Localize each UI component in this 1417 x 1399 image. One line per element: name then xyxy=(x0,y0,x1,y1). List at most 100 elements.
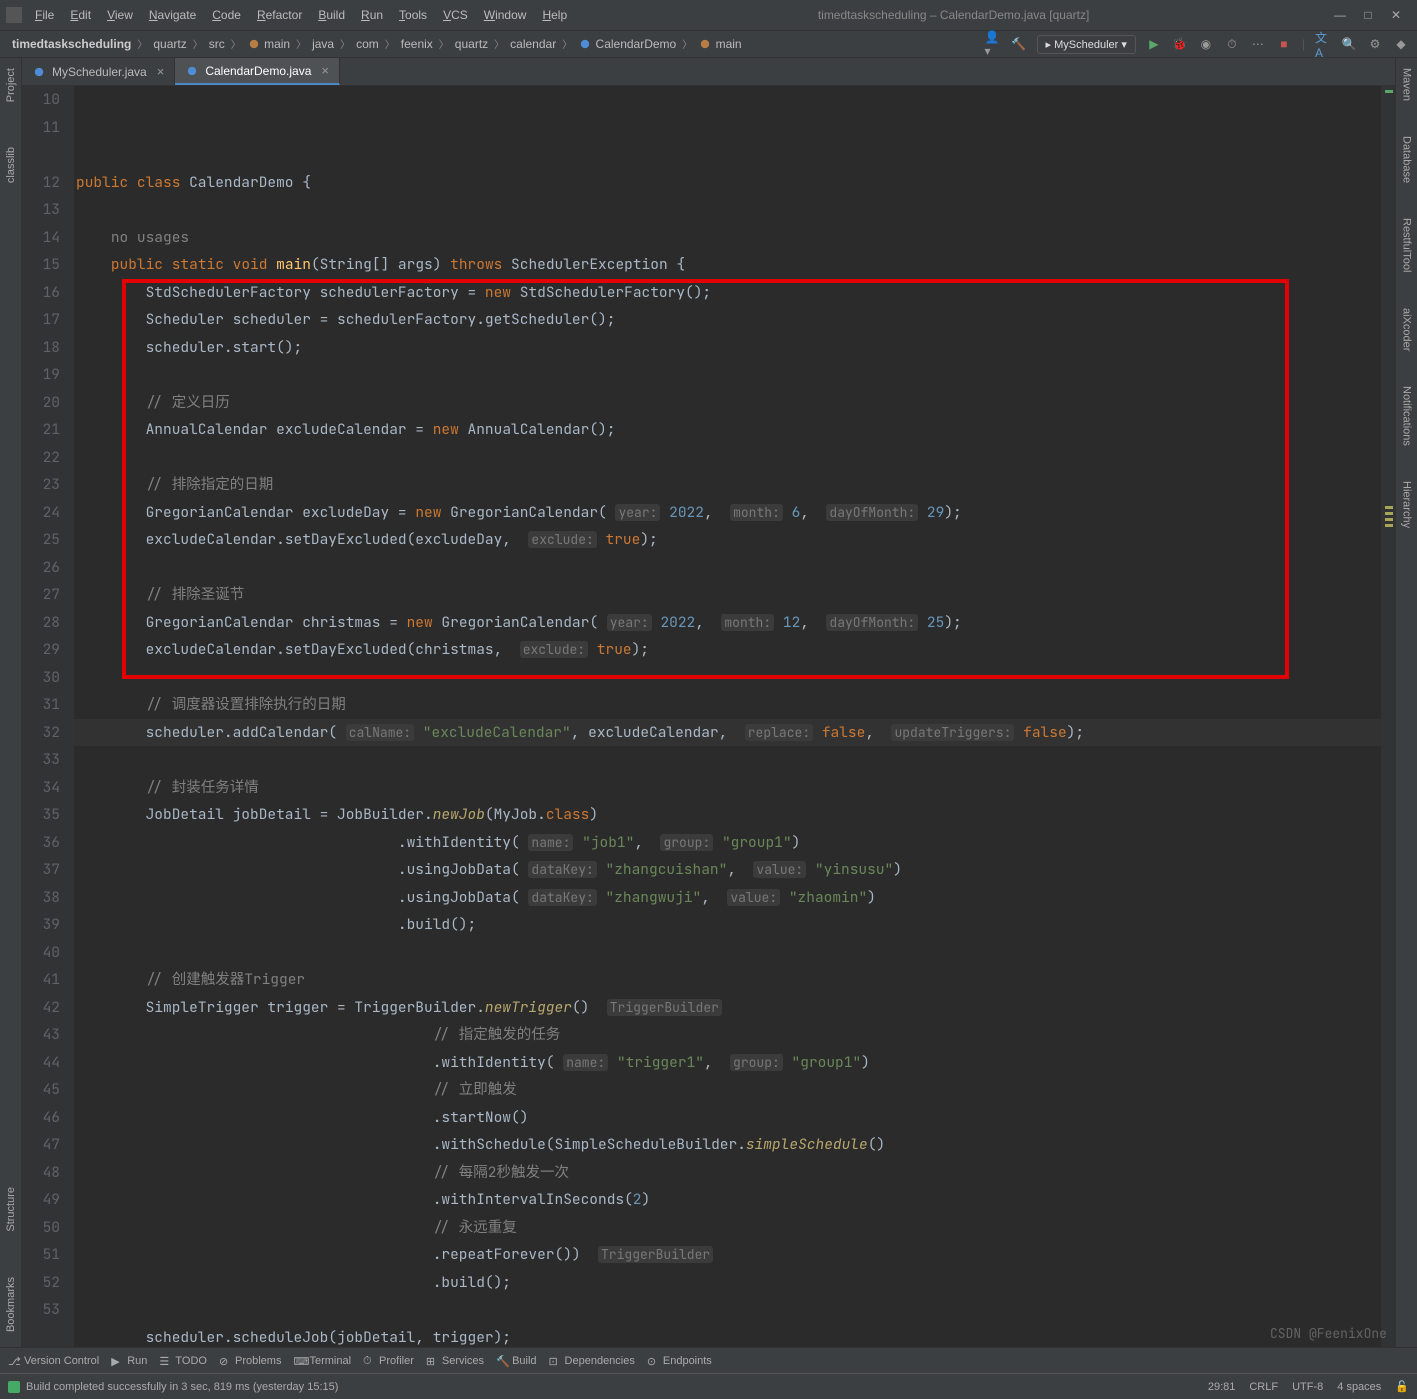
settings-icon[interactable]: ⚙ xyxy=(1367,36,1383,52)
menu-tools[interactable]: Tools xyxy=(392,4,434,26)
close-button[interactable]: ✕ xyxy=(1389,8,1403,22)
run-icon[interactable]: ▶ xyxy=(1146,36,1162,52)
editor[interactable]: 10▶1112▶13141516171819202122232425262728… xyxy=(22,86,1395,1347)
code-line[interactable]: .build(); xyxy=(74,911,1381,939)
tool-database[interactable]: Database xyxy=(1399,130,1415,192)
code-line[interactable]: scheduler.scheduleJob(jobDetail, trigger… xyxy=(74,1324,1381,1348)
tool-notifications[interactable]: Notifications xyxy=(1399,380,1415,455)
close-tab-icon[interactable]: × xyxy=(321,63,329,78)
code-line[interactable] xyxy=(74,939,1381,967)
code-line[interactable]: GregorianCalendar christmas = new Gregor… xyxy=(74,609,1381,637)
code-line[interactable]: // 排除圣诞节 xyxy=(74,581,1381,609)
menu-edit[interactable]: Edit xyxy=(63,4,98,26)
code-line[interactable]: // 立即触发 xyxy=(74,1076,1381,1104)
gutter-line[interactable]: 23 xyxy=(22,471,60,499)
code-line[interactable]: // 每隔2秒触发一次 xyxy=(74,1159,1381,1187)
code-line[interactable]: scheduler.start(); xyxy=(74,334,1381,362)
gutter-line[interactable]: 10▶ xyxy=(22,86,60,114)
gutter-line[interactable]: 50 xyxy=(22,1214,60,1242)
tab-calendardemo[interactable]: CalendarDemo.java× xyxy=(175,58,340,85)
crumb-src[interactable]: src xyxy=(205,35,229,53)
code-line[interactable]: Scheduler scheduler = schedulerFactory.g… xyxy=(74,306,1381,334)
gutter-line[interactable]: 14 xyxy=(22,224,60,252)
code-line[interactable]: StdSchedulerFactory schedulerFactory = n… xyxy=(74,279,1381,307)
tool-hierarchy[interactable]: Hierarchy xyxy=(1399,475,1415,537)
code-line[interactable]: excludeCalendar.setDayExcluded(christmas… xyxy=(74,636,1381,664)
debug-icon[interactable]: 🐞 xyxy=(1172,36,1188,52)
crumb-quartz[interactable]: quartz xyxy=(451,35,492,53)
code-line[interactable]: .withSchedule(SimpleScheduleBuilder.simp… xyxy=(74,1131,1381,1159)
indent[interactable]: 4 spaces xyxy=(1337,1381,1381,1393)
crumb-feenix[interactable]: feenix xyxy=(397,35,437,53)
gutter-line[interactable]: 33 xyxy=(22,746,60,774)
code-line[interactable]: .withIdentity( name: "job1", group: "gro… xyxy=(74,829,1381,857)
gutter-line[interactable]: 18 xyxy=(22,334,60,362)
readonly-icon[interactable]: 🔓 xyxy=(1395,1380,1409,1393)
code-line[interactable]: // 排除指定的日期 xyxy=(74,471,1381,499)
gutter-line[interactable]: 38 xyxy=(22,884,60,912)
code-line[interactable]: AnnualCalendar excludeCalendar = new Ann… xyxy=(74,416,1381,444)
tool-bookmarks[interactable]: Bookmarks xyxy=(3,1271,19,1341)
gutter-line[interactable]: 20 xyxy=(22,389,60,417)
code-line[interactable]: GregorianCalendar excludeDay = new Grego… xyxy=(74,499,1381,527)
code-line[interactable]: .withIntervalInSeconds(2) xyxy=(74,1186,1381,1214)
gutter-line[interactable]: 48 xyxy=(22,1159,60,1187)
gutter-line[interactable]: 27 xyxy=(22,581,60,609)
gutter-line[interactable]: 37 xyxy=(22,856,60,884)
translate-icon[interactable]: 文A xyxy=(1315,36,1331,52)
minimize-button[interactable]: ― xyxy=(1333,8,1347,22)
code-line[interactable]: .build(); xyxy=(74,1269,1381,1297)
warning-marker[interactable] xyxy=(1385,518,1393,521)
warning-marker[interactable] xyxy=(1385,506,1393,509)
bottom-profiler[interactable]: ⏱Profiler xyxy=(363,1355,414,1367)
code-line[interactable] xyxy=(74,361,1381,389)
code-line[interactable]: .startNow() xyxy=(74,1104,1381,1132)
code-line[interactable]: no usages xyxy=(74,224,1381,252)
bottom-services[interactable]: ⊞Services xyxy=(426,1355,484,1367)
menu-refactor[interactable]: Refactor xyxy=(250,4,309,26)
crumb-timedtaskscheduling[interactable]: timedtaskscheduling xyxy=(8,35,135,53)
gutter-line[interactable]: 17 xyxy=(22,306,60,334)
menu-help[interactable]: Help xyxy=(535,4,574,26)
user-icon[interactable]: 👤▾ xyxy=(985,36,1001,52)
warning-marker[interactable] xyxy=(1385,524,1393,527)
bottom-dependencies[interactable]: ⊡Dependencies xyxy=(549,1355,635,1367)
code-line[interactable]: JobDetail jobDetail = JobBuilder.newJob(… xyxy=(74,801,1381,829)
code-line[interactable]: .repeatForever()) TriggerBuilder xyxy=(74,1241,1381,1269)
code-line[interactable] xyxy=(74,444,1381,472)
gutter-line[interactable]: 22 xyxy=(22,444,60,472)
gutter-line[interactable]: 41 xyxy=(22,966,60,994)
coverage-icon[interactable]: ◉ xyxy=(1198,36,1214,52)
code-line[interactable]: public static void main(String[] args) t… xyxy=(74,251,1381,279)
gutter-line[interactable]: 45 xyxy=(22,1076,60,1104)
code-line[interactable]: // 调度器设置排除执行的日期 xyxy=(74,691,1381,719)
code-line[interactable]: .withIdentity( name: "trigger1", group: … xyxy=(74,1049,1381,1077)
crumb-main[interactable]: main xyxy=(694,35,745,54)
gutter-line[interactable]: 31 xyxy=(22,691,60,719)
code-line[interactable]: // 封装任务详情 xyxy=(74,774,1381,802)
gutter-line[interactable]: 53 xyxy=(22,1296,60,1324)
gutter-line[interactable]: 44 xyxy=(22,1049,60,1077)
close-tab-icon[interactable]: × xyxy=(157,64,165,79)
run-config-selector[interactable]: ▸ MyScheduler ▾ xyxy=(1037,35,1136,54)
menu-vcs[interactable]: VCS xyxy=(436,4,475,26)
attach-icon[interactable]: ⋯ xyxy=(1250,36,1266,52)
gutter-line[interactable]: 28 xyxy=(22,609,60,637)
gutter-line[interactable]: 16 xyxy=(22,279,60,307)
code-line[interactable]: excludeCalendar.setDayExcluded(excludeDa… xyxy=(74,526,1381,554)
code-line[interactable]: // 创建触发器Trigger xyxy=(74,966,1381,994)
gutter-line[interactable]: 52 xyxy=(22,1269,60,1297)
crumb-calendardemo[interactable]: CalendarDemo xyxy=(574,35,680,54)
bottom-version-control[interactable]: ⎇Version Control xyxy=(8,1355,99,1367)
build-icon[interactable]: 🔨 xyxy=(1011,36,1027,52)
bottom-build[interactable]: 🔨Build xyxy=(496,1355,536,1367)
search-icon[interactable]: 🔍 xyxy=(1341,36,1357,52)
code-line[interactable] xyxy=(74,746,1381,774)
bottom-endpoints[interactable]: ⊙Endpoints xyxy=(647,1355,712,1367)
crumb-java[interactable]: java xyxy=(308,35,338,53)
crumb-calendar[interactable]: calendar xyxy=(506,35,560,53)
tool-aixcoder[interactable]: aiXcoder xyxy=(1399,302,1415,360)
gutter-line[interactable]: 25 xyxy=(22,526,60,554)
code-line[interactable]: public class CalendarDemo { xyxy=(74,169,1381,197)
gutter-line[interactable]: 15 xyxy=(22,251,60,279)
